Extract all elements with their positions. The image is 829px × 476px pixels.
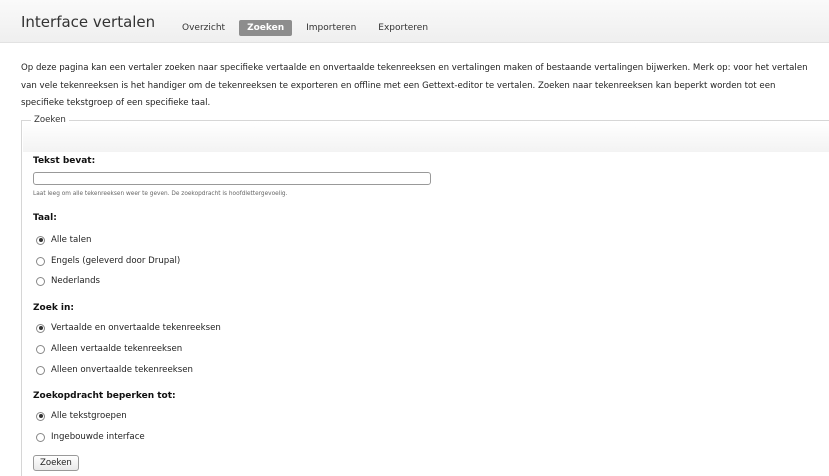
radio-label: Ingebouwde interface xyxy=(51,432,145,442)
language-label: Taal: xyxy=(33,213,57,223)
radio-button[interactable] xyxy=(36,323,45,333)
text-contains-label: Tekst bevat: xyxy=(33,156,96,166)
tab-overzicht[interactable]: Overzicht xyxy=(174,20,233,36)
fieldset-legend: Zoeken xyxy=(31,115,69,125)
search-submit-button[interactable]: Zoeken xyxy=(33,455,79,471)
radio-label: Nederlands xyxy=(51,276,101,286)
search-in-label: Zoek in: xyxy=(33,303,75,313)
text-contains-description: Laat leeg om alle tekenreeksen weer te g… xyxy=(33,191,288,197)
language-option-english[interactable]: Engels (geleverd door Drupal) xyxy=(36,256,180,266)
text-contains-input[interactable] xyxy=(33,172,431,185)
language-option-all[interactable]: Alle talen xyxy=(36,235,91,245)
radio-label: Alleen vertaalde tekenreeksen xyxy=(51,344,183,354)
tab-importeren[interactable]: Importeren xyxy=(298,20,364,36)
radio-button[interactable] xyxy=(36,256,45,266)
radio-label: Vertaalde en onvertaalde tekenreeksen xyxy=(51,323,221,333)
search-in-option-translated[interactable]: Alleen vertaalde tekenreeksen xyxy=(36,344,182,354)
search-in-option-all[interactable]: Vertaalde en onvertaalde tekenreeksen xyxy=(36,323,221,333)
radio-button[interactable] xyxy=(36,411,45,421)
radio-button[interactable] xyxy=(36,432,45,442)
group-option-all[interactable]: Alle tekstgroepen xyxy=(36,411,127,421)
radio-label: Alle tekstgroepen xyxy=(51,411,127,421)
radio-button[interactable] xyxy=(36,344,45,354)
intro-text: Op deze pagina kan een vertaler zoeken n… xyxy=(21,63,808,108)
radio-button[interactable] xyxy=(36,365,45,375)
radio-button[interactable] xyxy=(36,276,45,286)
page-header: Interface vertalen Overzicht Zoeken Impo… xyxy=(0,0,829,43)
radio-label: Alle talen xyxy=(51,235,92,245)
page-title: Interface vertalen xyxy=(21,13,156,31)
tab-exporteren[interactable]: Exporteren xyxy=(370,20,436,36)
tab-zoeken[interactable]: Zoeken xyxy=(239,20,293,36)
search-in-option-untranslated[interactable]: Alleen onvertaalde tekenreeksen xyxy=(36,365,193,375)
group-option-builtin[interactable]: Ingebouwde interface xyxy=(36,432,145,442)
tab-bar: Overzicht Zoeken Importeren Exporteren xyxy=(174,20,442,36)
radio-button[interactable] xyxy=(36,235,45,245)
limit-search-label: Zoekopdracht beperken tot: xyxy=(33,391,176,401)
language-option-dutch[interactable]: Nederlands xyxy=(36,276,100,286)
radio-label: Alleen onvertaalde tekenreeksen xyxy=(51,365,193,375)
radio-label: Engels (geleverd door Drupal) xyxy=(51,256,181,266)
search-fieldset: Zoeken Tekst bevat: Laat leeg om alle te… xyxy=(21,115,829,476)
